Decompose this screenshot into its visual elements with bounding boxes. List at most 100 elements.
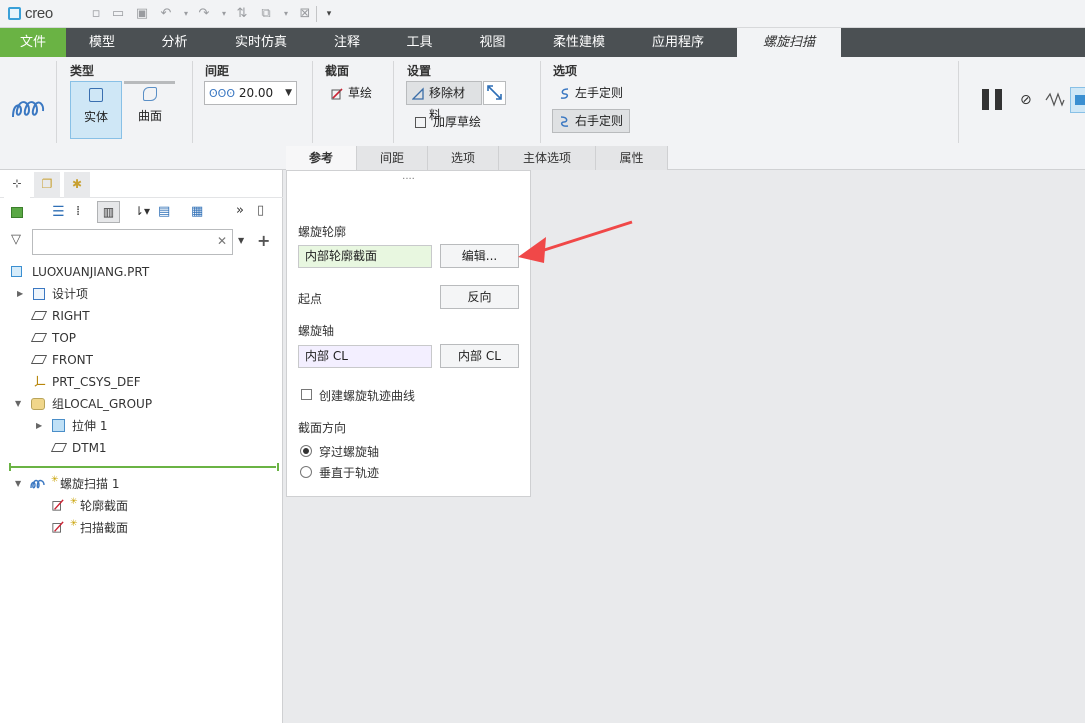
solid-button[interactable]: 实体 <box>70 81 122 139</box>
more-icon[interactable]: » <box>236 203 244 218</box>
type-group-title: 类型 <box>70 64 95 78</box>
new-feature-star-icon: ✳ <box>70 519 78 529</box>
tab-annotate[interactable]: 注释 <box>311 28 383 57</box>
tree-item-label: 轮廓截面 <box>80 499 129 513</box>
through-axis-radio[interactable] <box>300 445 312 457</box>
tab-view[interactable]: 视图 <box>456 28 529 57</box>
surface-button[interactable]: 曲面 <box>124 81 176 139</box>
sketch-icon <box>52 521 64 533</box>
chevron-down-icon[interactable]: ▼ <box>285 82 292 104</box>
tab-flexible-modeling[interactable]: 柔性建模 <box>529 28 629 57</box>
tree-list-icon[interactable]: ☰ <box>52 204 65 220</box>
flip-material-button[interactable] <box>483 81 506 105</box>
redo-icon[interactable]: ↷ <box>196 6 212 22</box>
tree-item-helical-sweep[interactable]: ▼ ✳ 螺旋扫描 1 <box>15 474 119 494</box>
sketch-button[interactable]: 草绘 <box>325 81 379 105</box>
subtab-references[interactable]: 参考 <box>286 146 357 170</box>
pitch-value-combo[interactable]: ʘʘʘ 20.00 ▼ <box>204 81 297 105</box>
ribbon-divider <box>192 61 193 143</box>
pitch-icon: ʘʘʘ <box>209 87 235 100</box>
tree-item-front[interactable]: FRONT <box>30 350 93 370</box>
remove-material-button[interactable]: 移除材料 <box>406 81 482 122</box>
insert-indicator-cap <box>9 463 14 471</box>
subtab-options[interactable]: 选项 <box>428 146 499 170</box>
no-preview-icon[interactable]: ⊘ <box>1020 92 1032 108</box>
tab-analysis[interactable]: 分析 <box>138 28 211 57</box>
undo-icon[interactable]: ↶ <box>158 6 174 22</box>
start-point-label: 起点 <box>298 292 323 306</box>
model-icon[interactable] <box>11 207 23 218</box>
collapse-icon[interactable]: ▼ <box>15 394 21 414</box>
tree-item-top[interactable]: TOP <box>30 328 76 348</box>
windows-dropdown-icon[interactable]: ▾ <box>278 6 294 22</box>
tree-item-label: PRT_CSYS_DEF <box>52 375 141 389</box>
settings-group-title: 设置 <box>407 64 432 78</box>
subtab-properties[interactable]: 属性 <box>596 146 668 170</box>
collapse-icon[interactable]: ▼ <box>15 474 21 494</box>
tree-item-dtm1[interactable]: DTM1 <box>50 438 107 458</box>
expand-icon[interactable]: ▶ <box>17 284 23 304</box>
tab-model[interactable]: 模型 <box>66 28 138 57</box>
tree-root-item[interactable]: LUOXUANJIANG.PRT <box>11 262 149 282</box>
show-icon[interactable]: ▤ <box>158 204 170 219</box>
add-filter-icon[interactable]: + <box>257 231 270 250</box>
close-window-icon[interactable]: ⊠ <box>297 6 313 22</box>
preview-model-button[interactable] <box>1070 87 1085 113</box>
save-icon[interactable]: ▣ <box>134 6 150 22</box>
tree-settings-icon[interactable]: ▥ <box>97 201 120 223</box>
left-hand-rule-button[interactable]: 左手定则 <box>552 81 630 105</box>
helix-axis-collector[interactable]: 内部 CL <box>298 345 432 368</box>
expand-icon[interactable]: ▶ <box>36 416 42 436</box>
through-axis-label: 穿过螺旋轴 <box>319 445 380 459</box>
tree-search-input[interactable]: ✕ <box>32 229 233 255</box>
create-curve-checkbox[interactable] <box>301 389 312 400</box>
helix-profile-collector[interactable]: 内部轮廓截面 <box>298 245 432 268</box>
subtab-pitch[interactable]: 间距 <box>357 146 428 170</box>
tree-item-csys[interactable]: PRT_CSYS_DEF <box>33 372 141 392</box>
open-file-icon[interactable]: ▭ <box>110 6 126 22</box>
edit-profile-button[interactable]: 编辑... <box>440 244 519 268</box>
right-hand-rule-button[interactable]: 右手定则 <box>552 109 631 133</box>
favorites-tab-icon[interactable]: ✱ <box>64 172 90 198</box>
normal-to-trajectory-radio[interactable] <box>300 466 312 478</box>
tree-filter-dropdown-icon[interactable]: ⇂▾ <box>134 204 150 218</box>
insert-indicator[interactable] <box>11 466 276 468</box>
model-tree-tab-icon[interactable]: ⊹ <box>4 172 30 198</box>
windows-icon[interactable]: ⧉ <box>258 6 274 22</box>
thicken-sketch-button[interactable]: 加厚草绘 <box>406 110 488 134</box>
new-file-icon[interactable]: ▫ <box>88 6 104 22</box>
folder-browser-tab-icon[interactable]: ❐ <box>34 172 60 198</box>
tab-helical-sweep[interactable]: 螺旋扫描 <box>737 28 841 57</box>
tree-document-icon[interactable]: ▯ <box>257 203 264 218</box>
reverse-button[interactable]: 反向 <box>440 285 519 309</box>
layer-icon[interactable]: ▦ <box>191 204 203 219</box>
tree-item-design-items[interactable]: ▶ 设计项 <box>17 284 88 304</box>
redo-dropdown-icon[interactable]: ▾ <box>216 6 232 22</box>
tree-item-sweep-section[interactable]: ✳ 扫描截面 <box>51 518 128 538</box>
creo-logo-text: creo <box>25 5 53 22</box>
search-dropdown-icon[interactable]: ▼ <box>238 236 244 245</box>
tree-item-right[interactable]: RIGHT <box>30 306 90 326</box>
right-hand-label: 右手定则 <box>575 114 624 128</box>
regenerate-icon[interactable]: ⇅ <box>234 6 250 22</box>
surface-icon <box>143 87 157 101</box>
tab-live-simulation[interactable]: 实时仿真 <box>211 28 311 57</box>
undo-dropdown-icon[interactable]: ▾ <box>178 6 194 22</box>
internal-cl-button[interactable]: 内部 CL <box>440 344 519 368</box>
preview-icon <box>1075 95 1085 105</box>
subtab-body-options[interactable]: 主体选项 <box>499 146 596 170</box>
tab-file[interactable]: 文件 <box>0 28 66 57</box>
panel-grip[interactable]: .... <box>287 172 530 182</box>
verify-model-icon[interactable] <box>1044 91 1066 109</box>
tree-item-extrude[interactable]: ▶ 拉伸 1 <box>36 416 107 436</box>
tab-tools[interactable]: 工具 <box>383 28 456 57</box>
pause-button[interactable] <box>982 89 1004 111</box>
tree-item-profile-section[interactable]: ✳ 轮廓截面 <box>51 496 128 516</box>
customize-qa-icon[interactable]: ▾ <box>321 6 337 22</box>
tree-item-label: 扫描截面 <box>80 521 129 535</box>
tree-columns-icon[interactable]: ⁞ <box>76 204 80 219</box>
tab-applications[interactable]: 应用程序 <box>629 28 727 57</box>
tree-item-group[interactable]: ▼ 组LOCAL_GROUP <box>15 394 152 414</box>
clear-search-icon[interactable]: ✕ <box>217 234 227 248</box>
tree-item-label: 拉伸 1 <box>72 419 108 433</box>
